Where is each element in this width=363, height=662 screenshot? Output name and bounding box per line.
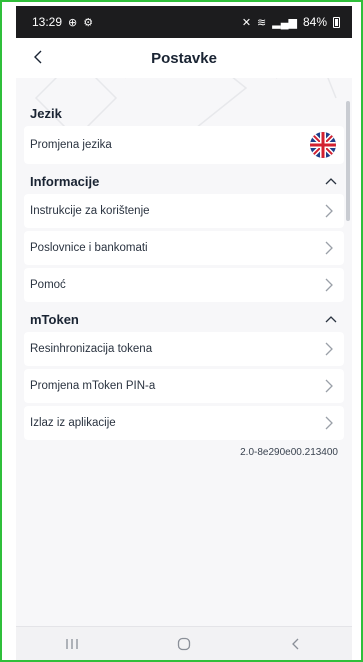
row-label: Izlaz iz aplikacije xyxy=(30,417,116,429)
section-title: Informacije xyxy=(30,173,100,189)
section-language-header: Jezik xyxy=(24,100,344,126)
back-arrow-icon xyxy=(292,638,299,649)
instructions-row[interactable]: Instrukcije za korištenje xyxy=(24,194,344,228)
back-button[interactable] xyxy=(26,44,52,70)
home-icon xyxy=(177,637,191,650)
section-mtoken-header[interactable]: mToken xyxy=(24,306,344,332)
row-label: Resinhronizacija tokena xyxy=(30,343,153,355)
row-label: Promjena mToken PIN-a xyxy=(30,380,156,392)
settings-gear-icon: ⚙ xyxy=(83,16,94,29)
system-back-button[interactable] xyxy=(276,629,316,659)
signal-icon: ▂▄▆ xyxy=(272,16,297,29)
chevron-right-icon xyxy=(325,416,333,430)
branches-atms-row[interactable]: Poslovnice i bankomati xyxy=(24,231,344,265)
app-version: 2.0-8e290e00.213400 xyxy=(240,447,338,458)
chevron-right-icon xyxy=(325,204,333,218)
change-language-row[interactable]: Promjena jezika xyxy=(24,126,344,164)
header: Postavke xyxy=(16,38,352,78)
row-label: Pomoć xyxy=(30,279,66,291)
chevron-right-icon xyxy=(325,342,333,356)
chevron-right-icon xyxy=(325,278,333,292)
section-info-header[interactable]: Informacije xyxy=(24,168,344,194)
battery-icon xyxy=(333,16,340,28)
phone-screen: 13:29 ⊕ ⚙ ✕ ≋ ▂▄▆ 84% Postavke Jezik Pro… xyxy=(16,6,352,660)
home-button[interactable] xyxy=(164,629,204,659)
uk-flag-icon xyxy=(310,132,336,158)
help-row[interactable]: Pomoć xyxy=(24,268,344,302)
mute-icon: ✕ xyxy=(241,16,252,29)
status-time: 13:29 xyxy=(32,15,63,29)
scrollbar[interactable] xyxy=(346,101,350,221)
change-pin-row[interactable]: Promjena mToken PIN-a xyxy=(24,369,344,403)
recent-apps-icon xyxy=(66,638,78,649)
screenshot-frame: 13:29 ⊕ ⚙ ✕ ≋ ▂▄▆ 84% Postavke Jezik Pro… xyxy=(0,0,363,662)
sync-icon: ⊕ xyxy=(68,16,78,29)
section-title: Jezik xyxy=(30,105,62,121)
page-title: Postavke xyxy=(151,49,217,67)
chevron-right-icon xyxy=(325,241,333,255)
battery-percent: 84% xyxy=(302,15,327,29)
row-label: Promjena jezika xyxy=(30,139,112,151)
chevron-up-icon xyxy=(325,316,337,323)
settings-list: Jezik Promjena jezika Informacije Instru… xyxy=(16,78,352,458)
status-bar: 13:29 ⊕ ⚙ ✕ ≋ ▂▄▆ 84% xyxy=(16,6,352,38)
chevron-up-icon xyxy=(325,178,337,185)
row-label: Instrukcije za korištenje xyxy=(30,205,150,217)
section-title: mToken xyxy=(30,311,79,327)
row-label: Poslovnice i bankomati xyxy=(30,242,148,254)
logout-row[interactable]: Izlaz iz aplikacije xyxy=(24,406,344,440)
android-nav-bar xyxy=(16,626,352,660)
token-resync-row[interactable]: Resinhronizacija tokena xyxy=(24,332,344,366)
wifi-icon: ≋ xyxy=(257,16,267,29)
chevron-left-icon xyxy=(34,50,42,64)
chevron-right-icon xyxy=(325,379,333,393)
recent-apps-button[interactable] xyxy=(52,629,92,659)
